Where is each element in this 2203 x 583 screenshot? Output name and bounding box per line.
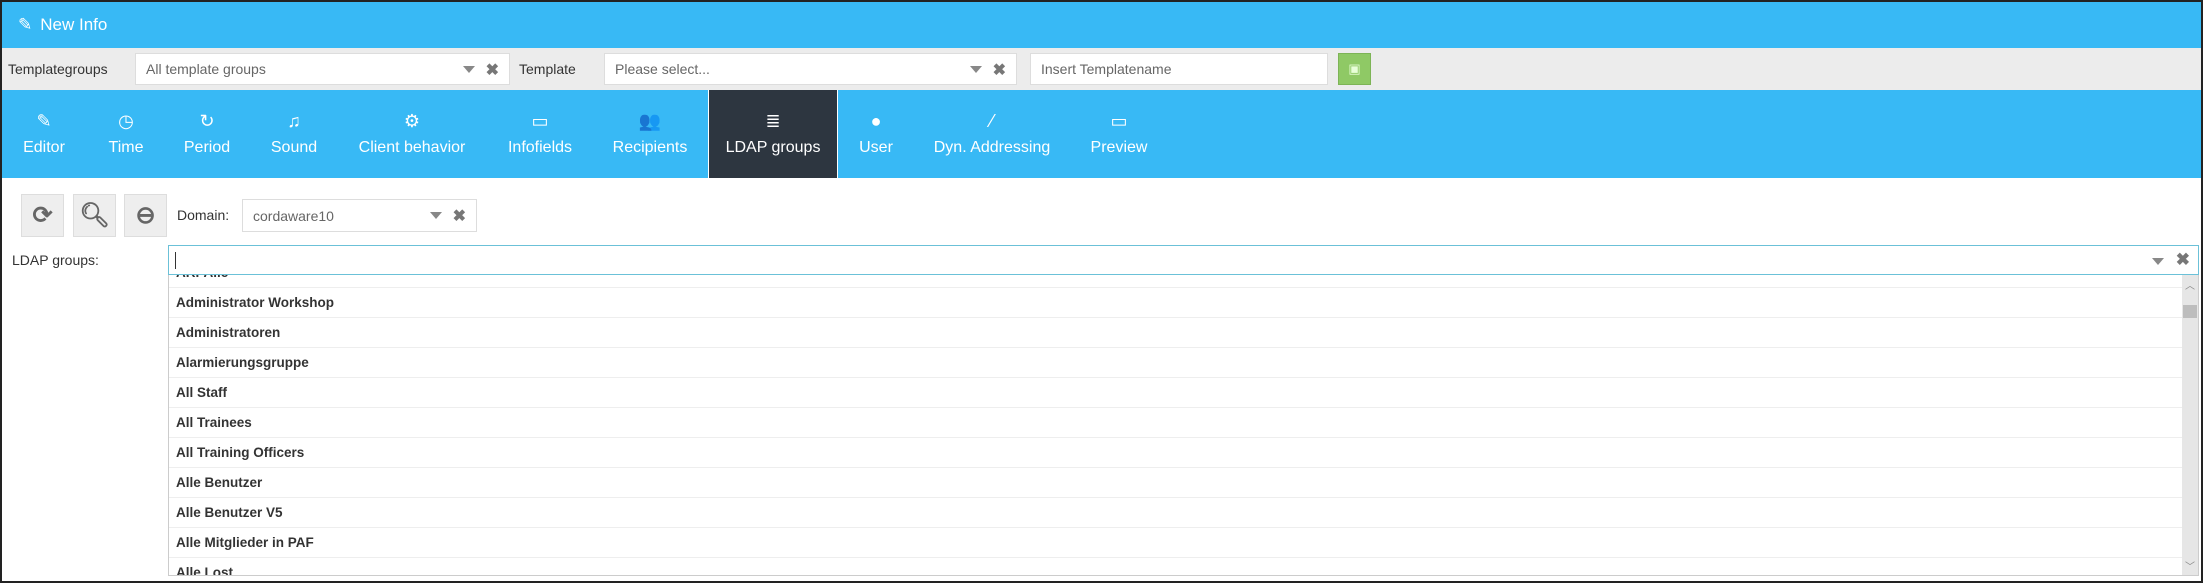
list-item[interactable]: Alle Benutzer xyxy=(169,468,2182,498)
list-item[interactable]: Alle Lost xyxy=(169,558,2182,575)
database-icon: ≣ xyxy=(765,111,781,131)
ldap-groups-search-input[interactable]: ✖ xyxy=(168,245,2199,275)
templategroups-value: All template groups xyxy=(146,61,266,77)
template-toolbar: Templategroups All template groups ✖ Tem… xyxy=(2,48,2201,90)
chevron-down-icon[interactable] xyxy=(2152,258,2164,265)
list-item[interactable]: All Trainees xyxy=(169,408,2182,438)
folder-icon: ▭ xyxy=(531,111,549,131)
tab-label: User xyxy=(859,139,893,156)
refresh-button[interactable]: ⟳ xyxy=(21,194,64,237)
tab-label: Recipients xyxy=(612,139,688,156)
music-icon: ♫ xyxy=(287,111,301,131)
tab-label: Sound xyxy=(270,139,318,156)
chevron-down-icon[interactable] xyxy=(970,66,982,73)
template-label: Template xyxy=(519,61,576,77)
tab-label: Time xyxy=(108,139,144,156)
search-button[interactable]: 🔍︎ xyxy=(73,194,116,237)
tab-label: Editor xyxy=(23,139,65,156)
list-item[interactable]: Administratoren xyxy=(169,318,2182,348)
tab-label: Client behavior xyxy=(358,139,466,156)
tab-label: LDAP groups xyxy=(725,139,821,156)
scrollbar-thumb[interactable] xyxy=(2183,305,2197,318)
refresh-icon: ⟳ xyxy=(32,202,53,229)
users-icon: 👥 xyxy=(638,111,662,131)
list-item[interactable]: Alarmierungsgruppe xyxy=(169,348,2182,378)
tab-editor[interactable]: ✎ Editor xyxy=(3,90,85,178)
templatename-placeholder: Insert Templatename xyxy=(1041,61,1172,77)
zoom-out-icon: ⊖ xyxy=(135,202,156,229)
tab-user[interactable]: ● User xyxy=(839,90,913,178)
cogs-icon: ⚙ xyxy=(403,111,421,131)
tab-label: Dyn. Addressing xyxy=(933,139,1051,156)
templatename-input[interactable]: Insert Templatename xyxy=(1030,53,1328,85)
tab-infofields[interactable]: ▭ Infofields xyxy=(488,90,592,178)
tab-period[interactable]: ↻ Period xyxy=(164,90,250,178)
list-item[interactable]: All Training Officers xyxy=(169,438,2182,468)
tab-client-behavior[interactable]: ⚙ Client behavior xyxy=(339,90,486,178)
refresh-icon: ↻ xyxy=(199,111,215,131)
tab-sound[interactable]: ♫ Sound xyxy=(251,90,337,178)
tab-preview[interactable]: ▭ Preview xyxy=(1071,90,1168,178)
chevron-down-icon[interactable] xyxy=(463,66,475,73)
search-icon: 🔍︎ xyxy=(79,202,110,229)
clear-icon[interactable]: ✖ xyxy=(453,206,466,226)
domain-value: cordaware10 xyxy=(253,207,334,224)
save-icon: ▣ xyxy=(1348,61,1361,76)
magic-icon: ⁄ xyxy=(990,111,994,131)
tab-label: Preview xyxy=(1090,139,1148,156)
clear-icon[interactable]: ✖ xyxy=(486,60,499,80)
template-placeholder: Please select... xyxy=(615,61,710,77)
scrollbar[interactable]: ︿ ﹀ xyxy=(2182,275,2198,575)
clear-icon[interactable]: ✖ xyxy=(993,60,1006,80)
tab-recipients[interactable]: 👥 Recipients xyxy=(593,90,708,178)
list-item[interactable]: All Staff xyxy=(169,378,2182,408)
domain-label: Domain: xyxy=(177,207,230,223)
ldap-groups-label: LDAP groups: xyxy=(12,252,99,268)
chevron-down-icon[interactable] xyxy=(430,212,442,219)
edit-icon: ✎ xyxy=(36,111,52,131)
clock-icon: ◷ xyxy=(118,111,134,131)
list-item[interactable]: Alle Benutzer V5 xyxy=(169,498,2182,528)
ldap-groups-dropdown: ARPAlleAdministrator WorkshopAdministrat… xyxy=(168,275,2199,576)
scroll-up-icon[interactable]: ︿ xyxy=(2185,277,2195,292)
domain-select[interactable]: cordaware10 ✖ xyxy=(242,199,477,232)
tab-label: Infofields xyxy=(507,139,573,156)
tab-bar: ✎ Editor ◷ Time ↻ Period ♫ Sound ⚙ Client behavio… xyxy=(2,90,2201,178)
save-button[interactable]: ▣ xyxy=(1338,53,1371,85)
desktop-icon: ▭ xyxy=(1110,111,1128,131)
page-title: New Info xyxy=(40,15,108,34)
scroll-down-icon[interactable]: ﹀ xyxy=(2185,558,2195,573)
templategroups-select[interactable]: All template groups ✖ xyxy=(135,53,510,85)
templategroups-label: Templategroups xyxy=(8,61,108,77)
text-cursor xyxy=(175,252,176,269)
user-icon: ● xyxy=(870,111,882,131)
zoom-out-button[interactable]: ⊖ xyxy=(124,194,167,237)
edit-icon: ✎ xyxy=(18,15,33,34)
tab-dyn-addressing[interactable]: ⁄ Dyn. Addressing xyxy=(914,90,1071,178)
clear-icon[interactable]: ✖ xyxy=(2176,250,2190,270)
list-item[interactable]: Administrator Workshop xyxy=(169,288,2182,318)
title-bar: ✎ New Info xyxy=(2,2,2201,48)
list-item[interactable]: Alle Mitglieder in PAF xyxy=(169,528,2182,558)
template-select[interactable]: Please select... ✖ xyxy=(604,53,1017,85)
tab-time[interactable]: ◷ Time xyxy=(89,90,164,178)
list-item[interactable]: ARPAlle xyxy=(169,275,2182,288)
tab-ldap-groups[interactable]: ≣ LDAP groups xyxy=(708,90,838,178)
tab-label: Period xyxy=(183,139,231,156)
